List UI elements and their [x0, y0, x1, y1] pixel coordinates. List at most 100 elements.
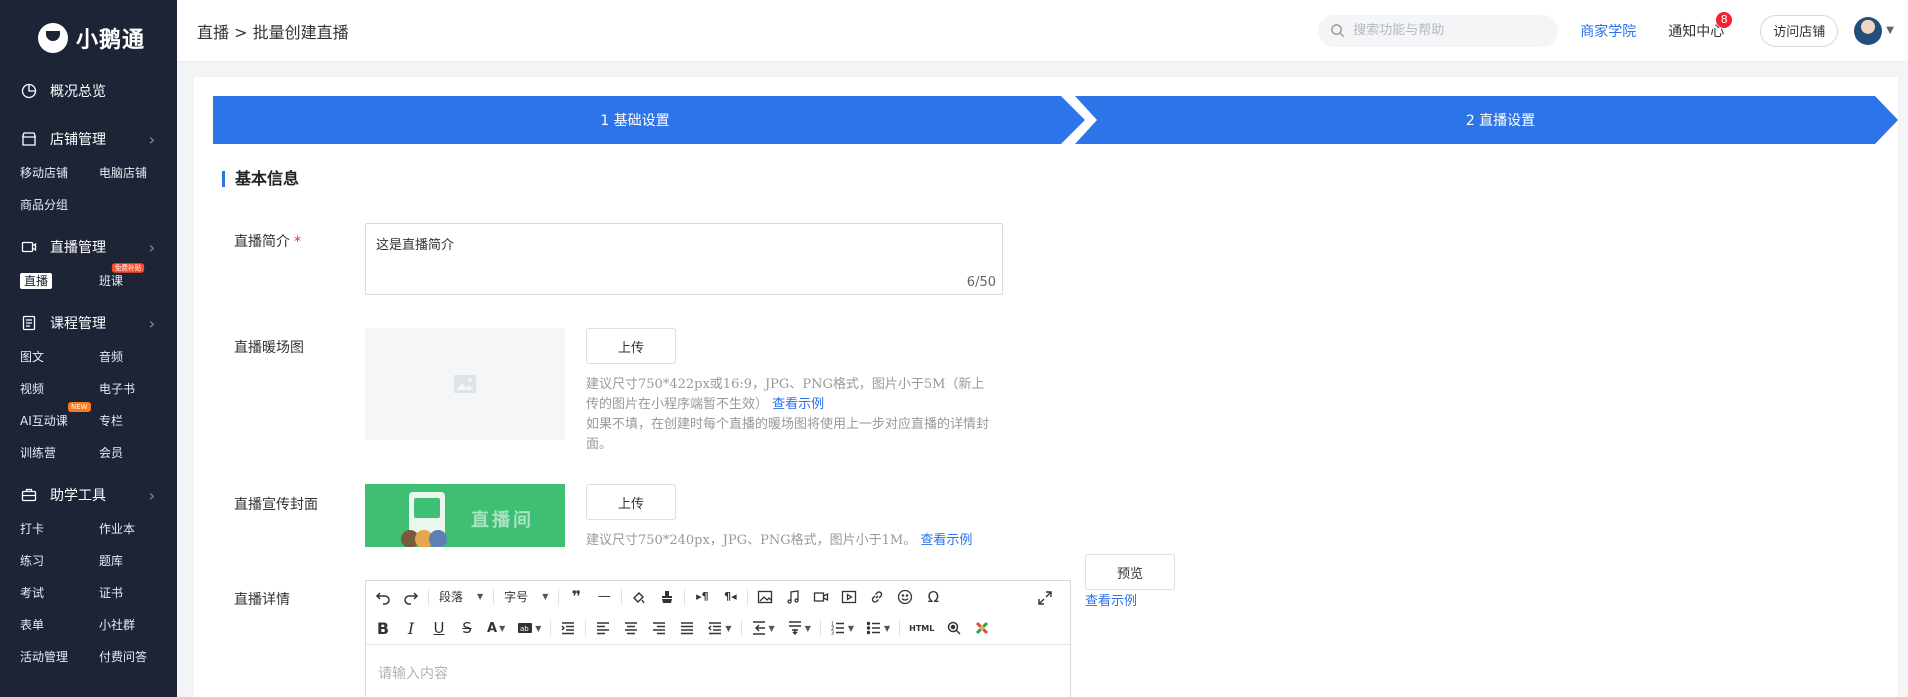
sidebar-subitem-form[interactable]: 表单: [20, 614, 99, 636]
sidebar-item-course-management[interactable]: 课程管理 ›: [0, 300, 177, 346]
sidebar-subitem-ebook[interactable]: 电子书: [99, 378, 178, 400]
undo-icon[interactable]: [372, 586, 394, 608]
search-box[interactable]: [1318, 14, 1559, 47]
special-char-icon[interactable]: Ω: [922, 586, 944, 608]
quote-icon[interactable]: ❞: [565, 586, 587, 608]
search-input[interactable]: [1353, 23, 1544, 38]
image-icon[interactable]: [754, 586, 776, 608]
sidebar-item-store-management[interactable]: 店铺管理 ›: [0, 116, 177, 162]
redo-icon[interactable]: [400, 586, 422, 608]
intro-textarea[interactable]: 这是直播简介 6/50: [365, 223, 1003, 295]
format-paint-icon[interactable]: [628, 586, 650, 608]
caret-down-icon[interactable]: ▼: [1886, 25, 1894, 36]
cover-image[interactable]: 直播间: [365, 484, 565, 547]
plugin-icon[interactable]: [971, 617, 993, 639]
sidebar-subitem-live[interactable]: 直播: [20, 270, 99, 292]
link-icon[interactable]: [866, 586, 888, 608]
font-size-select[interactable]: 字号 ▼: [500, 586, 552, 608]
sidebar-subitem-exam[interactable]: 考试: [20, 582, 99, 604]
upload-warmup-button[interactable]: 上传: [586, 328, 676, 364]
notification-center[interactable]: 通知中心 8: [1668, 11, 1733, 41]
section-title: 基本信息: [222, 171, 299, 187]
caret-down-icon: ▼: [768, 623, 775, 633]
align-left-icon[interactable]: [592, 617, 614, 639]
sidebar-subitem-pc-store[interactable]: 电脑店铺: [99, 162, 178, 184]
underline-icon[interactable]: U: [428, 617, 450, 639]
visit-store-button[interactable]: 访问店铺: [1760, 14, 1839, 47]
preview-button[interactable]: 预览: [1085, 554, 1175, 590]
line-height-icon[interactable]: ▼: [748, 617, 778, 639]
media-icon[interactable]: [838, 586, 860, 608]
warmup-example-link[interactable]: 查看示例: [772, 397, 824, 412]
sidebar-subitem-community[interactable]: 小社群: [99, 614, 178, 636]
align-justify-icon[interactable]: [676, 617, 698, 639]
sidebar-subitem-question-bank[interactable]: 题库: [99, 550, 178, 572]
emoji-icon[interactable]: [894, 586, 916, 608]
avatar[interactable]: [1854, 16, 1883, 45]
sidebar: 小鹅通 概况总览 店铺管理 › 移动店铺 电脑店铺 商品分组 直播管理 › 直播…: [0, 0, 177, 697]
merchant-academy-link[interactable]: 商家学院: [1580, 21, 1636, 41]
background-color-icon[interactable]: ab ▼: [514, 617, 544, 639]
sidebar-subitem-certificate[interactable]: 证书: [99, 582, 178, 604]
video-icon[interactable]: [810, 586, 832, 608]
italic-icon[interactable]: I: [400, 617, 422, 639]
sidebar-subitem-video[interactable]: 视频: [20, 378, 99, 400]
sidebar-subitem-practice[interactable]: 练习: [20, 550, 99, 572]
search-replace-icon[interactable]: [943, 617, 965, 639]
sidebar-subitem-mobile-store[interactable]: 移动店铺: [20, 162, 99, 184]
logo-text: 小鹅通: [76, 28, 146, 53]
sidebar-subitem-class[interactable]: 免费补贴 班课: [99, 263, 178, 292]
sidebar-subitem-camp[interactable]: 训练营: [20, 442, 99, 464]
toolbox-icon: [20, 486, 38, 504]
rtl-icon[interactable]: ¶◂: [719, 586, 741, 608]
clear-format-icon[interactable]: [656, 586, 678, 608]
bold-icon[interactable]: B: [372, 617, 394, 639]
editor-content-area[interactable]: 请输入内容: [366, 645, 1070, 697]
detail-example-link[interactable]: 查看示例: [1085, 594, 1137, 609]
html-source-icon[interactable]: HTML: [906, 617, 937, 639]
music-icon[interactable]: [782, 586, 804, 608]
sidebar-subitem-paid-qa[interactable]: 付费问答: [99, 646, 178, 668]
editor-toolbar-row-1: 段落 ▼ 字号 ▼ ❞ — ▸¶ ¶◂ Ω: [366, 581, 1070, 612]
sidebar-subitem-checkin[interactable]: 打卡: [20, 518, 99, 540]
sidebar-subitem-label: AI互动课: [20, 414, 68, 428]
font-color-icon[interactable]: A ▼: [484, 617, 508, 639]
toolbar-divider: [740, 620, 742, 636]
sidebar-item-label: 概况总览: [50, 84, 106, 100]
unordered-list-icon[interactable]: ▼: [863, 617, 893, 639]
sidebar-subitem-audio[interactable]: 音频: [99, 346, 178, 368]
sidebar-group-live: 直播管理 › 直播 免费补贴 班课: [0, 224, 177, 300]
ordered-list-icon[interactable]: 1 2 3 ▼: [827, 617, 857, 639]
toolbar-divider: [550, 620, 552, 636]
outdent-icon[interactable]: ▼: [704, 617, 734, 639]
sidebar-subitem-ai-course[interactable]: NEW AI互动课: [20, 402, 99, 432]
chart-pie-icon: [20, 82, 38, 100]
paragraph-spacing-icon[interactable]: ▼: [784, 617, 814, 639]
toolbar-divider: [621, 588, 623, 605]
sidebar-item-overview[interactable]: 概况总览: [0, 68, 177, 114]
align-center-icon[interactable]: [620, 617, 642, 639]
align-right-icon[interactable]: [648, 617, 670, 639]
upload-cover-button[interactable]: 上传: [586, 484, 676, 520]
sidebar-subitem-column[interactable]: 专栏: [99, 410, 178, 432]
logo[interactable]: 小鹅通: [0, 0, 177, 76]
sidebar-subitem-activity[interactable]: 活动管理: [20, 646, 99, 668]
sidebar-subitem-member[interactable]: 会员: [99, 442, 178, 464]
ltr-icon[interactable]: ▸¶: [691, 586, 713, 608]
sidebar-subitem-product-groups[interactable]: 商品分组: [20, 194, 99, 216]
fullscreen-icon[interactable]: [1034, 587, 1056, 609]
sidebar-item-live-management[interactable]: 直播管理 ›: [0, 224, 177, 270]
new-badge: NEW: [68, 402, 91, 412]
sidebar-item-learning-tools[interactable]: 助学工具 ›: [0, 472, 177, 518]
sidebar-subitem-article[interactable]: 图文: [20, 346, 99, 368]
horizontal-rule-icon[interactable]: —: [593, 586, 615, 608]
indent-icon[interactable]: [557, 617, 579, 639]
cover-hint-text: 建议尺寸750*240px，JPG、PNG格式，图片小于1M。: [586, 533, 917, 548]
caret-down-icon: ▼: [477, 592, 484, 601]
paragraph-select[interactable]: 段落 ▼: [435, 586, 487, 608]
warmup-image-placeholder[interactable]: [365, 328, 565, 440]
cover-example-link[interactable]: 查看示例: [920, 533, 972, 548]
strikethrough-icon[interactable]: S: [456, 617, 478, 639]
cover-hint: 建议尺寸750*240px，JPG、PNG格式，图片小于1M。 查看示例: [586, 531, 972, 551]
sidebar-subitem-homework[interactable]: 作业本: [99, 518, 178, 540]
